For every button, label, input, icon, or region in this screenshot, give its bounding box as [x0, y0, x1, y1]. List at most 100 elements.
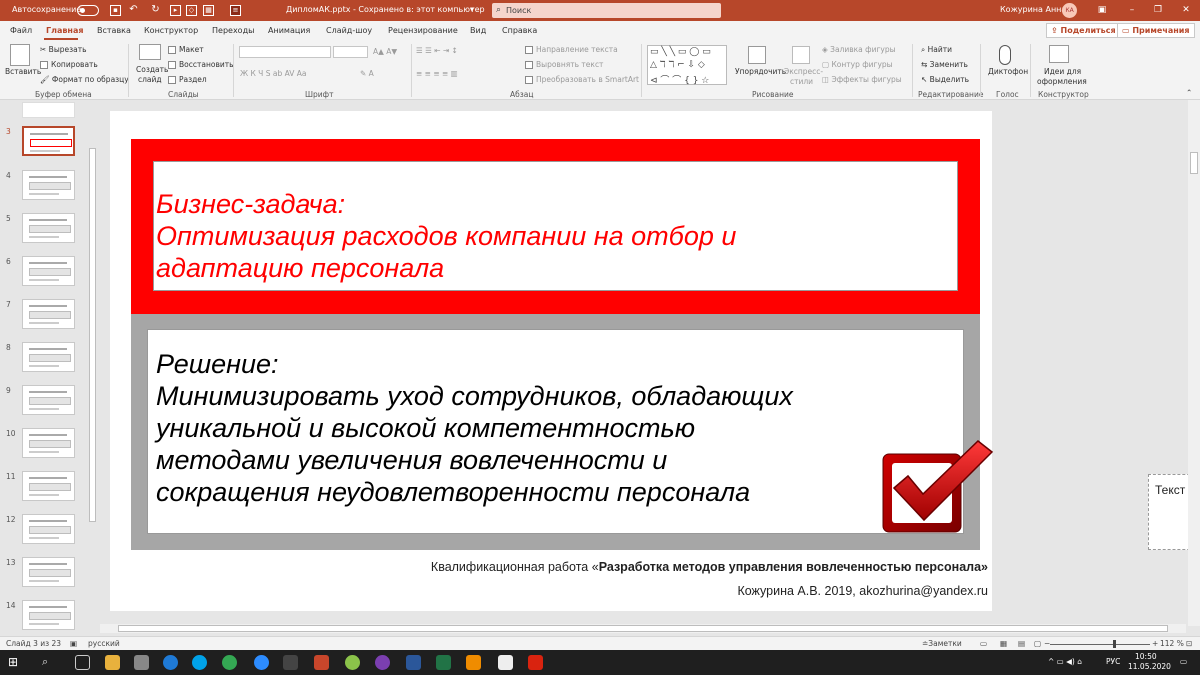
language-indicator[interactable]: РУС: [1106, 657, 1120, 666]
reading-view-icon[interactable]: ▤: [1018, 639, 1025, 648]
layout-icon[interactable]: ▦: [203, 5, 214, 16]
task-view-icon[interactable]: [75, 655, 90, 670]
align-icon[interactable]: ≡ ≡ ≡ ≡ ▥: [416, 69, 458, 78]
replace-button[interactable]: ⇆ Заменить: [921, 60, 968, 69]
shape-fill-button[interactable]: ◈ Заливка фигуры: [822, 45, 896, 54]
tab-design[interactable]: Конструктор: [144, 26, 198, 35]
tab-home[interactable]: Главная: [46, 26, 83, 35]
quick-styles-button[interactable]: Экспресс-: [784, 67, 823, 76]
tray-icons[interactable]: ^ ▭ ◀) ⌂: [1048, 657, 1082, 666]
minimize-icon[interactable]: –: [1124, 3, 1140, 18]
save-icon[interactable]: ▪: [110, 5, 121, 16]
slide-thumbnail[interactable]: [22, 126, 75, 156]
clock-time[interactable]: 10:50: [1135, 652, 1157, 661]
tab-review[interactable]: Рецензирование: [388, 26, 458, 35]
font-family-select[interactable]: [239, 46, 331, 58]
format-painter-button[interactable]: 🖌 Формат по образцу: [40, 75, 129, 84]
media-icon[interactable]: [283, 655, 298, 670]
slide-scrollbar[interactable]: [1188, 100, 1200, 626]
slide-thumbnail-partial[interactable]: [22, 102, 75, 118]
smartart-button[interactable]: Преобразовать в SmartArt: [525, 75, 639, 84]
shapes-gallery[interactable]: ▭ ╲ ╲ ▭ ◯ ▭ △ ℸ ℸ ⌐ ⇩ ◇ ⊲ ⌒ ⌒ { } ☆: [647, 45, 727, 86]
quick-styles-icon[interactable]: [792, 46, 810, 64]
new-slide-button[interactable]: Создать: [136, 65, 168, 74]
tab-animations[interactable]: Анимация: [268, 26, 310, 35]
skype-icon[interactable]: [192, 655, 207, 670]
file-explorer-icon[interactable]: [105, 655, 120, 670]
slide-thumbnail[interactable]: [22, 600, 75, 630]
zoom-level[interactable]: 112 %: [1160, 639, 1184, 648]
design-ideas-button[interactable]: Идеи для: [1044, 67, 1081, 76]
tab-transitions[interactable]: Переходы: [212, 26, 254, 35]
zoom-in-button[interactable]: +: [1152, 639, 1158, 648]
language-indicator[interactable]: русский: [88, 639, 120, 648]
vlc-icon[interactable]: [466, 655, 481, 670]
font-size-select[interactable]: [333, 46, 368, 58]
cut-button[interactable]: ✂ Вырезать: [40, 45, 87, 54]
photos-icon[interactable]: [498, 655, 513, 670]
slide-thumbnail[interactable]: [22, 471, 75, 501]
search-input[interactable]: ⌕ Поиск: [492, 3, 721, 18]
microphone-icon[interactable]: [999, 45, 1011, 65]
zoom-slider[interactable]: [1050, 644, 1150, 645]
restore-icon[interactable]: ❐: [1150, 3, 1166, 18]
tab-slideshow[interactable]: Слайд-шоу: [326, 26, 372, 35]
word-icon[interactable]: [406, 655, 421, 670]
layout-button[interactable]: Макет: [168, 45, 204, 54]
thumbnail-scrollbar[interactable]: [88, 100, 97, 626]
paste-button[interactable]: Вставить: [5, 67, 41, 76]
notifications-icon[interactable]: ▭: [1180, 657, 1187, 666]
font-color-icon[interactable]: ✎ A: [360, 69, 374, 78]
slide-thumbnail[interactable]: [22, 557, 75, 587]
app-icon[interactable]: [345, 655, 360, 670]
edge-icon[interactable]: [163, 655, 178, 670]
shape-outline-button[interactable]: ▢ Контур фигуры: [822, 60, 893, 69]
zoom-slider-handle[interactable]: [1113, 640, 1116, 648]
powerpoint-icon[interactable]: [314, 655, 329, 670]
slide-thumbnail[interactable]: [22, 385, 75, 415]
redo-icon[interactable]: ↻: [150, 5, 161, 16]
slide-thumbnail[interactable]: [22, 213, 75, 243]
tab-view[interactable]: Вид: [470, 26, 486, 35]
section-button[interactable]: Раздел: [168, 75, 207, 84]
bullets-icon[interactable]: ☰ ☰ ⇤ ⇥ ↕: [416, 46, 458, 55]
slide-thumbnail[interactable]: [22, 428, 75, 458]
thumbnail-scrollbar-thumb[interactable]: [89, 148, 96, 522]
title-chevron-icon[interactable]: ▾: [470, 5, 474, 14]
arrange-icon[interactable]: [748, 46, 766, 64]
search-icon[interactable]: ⌕: [42, 655, 57, 670]
avatar[interactable]: КА: [1062, 3, 1077, 18]
excel-icon[interactable]: [436, 655, 451, 670]
slide-thumbnail[interactable]: [22, 256, 75, 286]
user-name[interactable]: Кожурина Анна: [1000, 5, 1066, 14]
new-slide-icon[interactable]: [139, 44, 161, 60]
clock-date[interactable]: 11.05.2020: [1128, 662, 1171, 671]
slide-thumbnail[interactable]: [22, 342, 75, 372]
windows-start-icon[interactable]: ⊞: [8, 655, 23, 670]
font-grow-icon[interactable]: A▲ A▼: [373, 47, 397, 56]
horizontal-scrollbar-thumb[interactable]: [118, 625, 1168, 632]
start-from-beginning-icon[interactable]: ▸: [170, 5, 181, 16]
horizontal-scrollbar[interactable]: [100, 624, 1186, 633]
slide-thumbnail[interactable]: [22, 170, 75, 200]
slide-thumbnail[interactable]: [22, 514, 75, 544]
shapes-icon[interactable]: ◇: [186, 5, 197, 16]
slide-thumbnail[interactable]: [22, 299, 75, 329]
share-button[interactable]: ⇪ Поделиться: [1046, 23, 1121, 38]
pdf-reader-icon[interactable]: [528, 655, 543, 670]
collapse-ribbon-icon[interactable]: ⌃: [1186, 88, 1192, 97]
find-button[interactable]: ⌕ Найти: [921, 45, 952, 55]
close-icon[interactable]: ✕: [1178, 3, 1194, 18]
dictate-button[interactable]: Диктофон: [988, 67, 1028, 76]
comments-button[interactable]: ▭ Примечания: [1117, 23, 1195, 38]
slide-sorter-icon[interactable]: ▦: [1000, 639, 1007, 648]
arrange-button[interactable]: Упорядочить: [735, 67, 786, 76]
slideshow-view-icon[interactable]: ▢: [1034, 639, 1041, 648]
tab-insert[interactable]: Вставка: [97, 26, 131, 35]
text-direction-button[interactable]: Направление текста: [525, 45, 618, 54]
normal-view-icon[interactable]: ▭: [980, 639, 987, 648]
spellcheck-icon[interactable]: ▣: [70, 639, 77, 648]
notes-button[interactable]: ≐Заметки: [922, 639, 962, 648]
slide-scrollbar-thumb[interactable]: [1190, 152, 1198, 174]
paste-icon[interactable]: [10, 44, 30, 66]
